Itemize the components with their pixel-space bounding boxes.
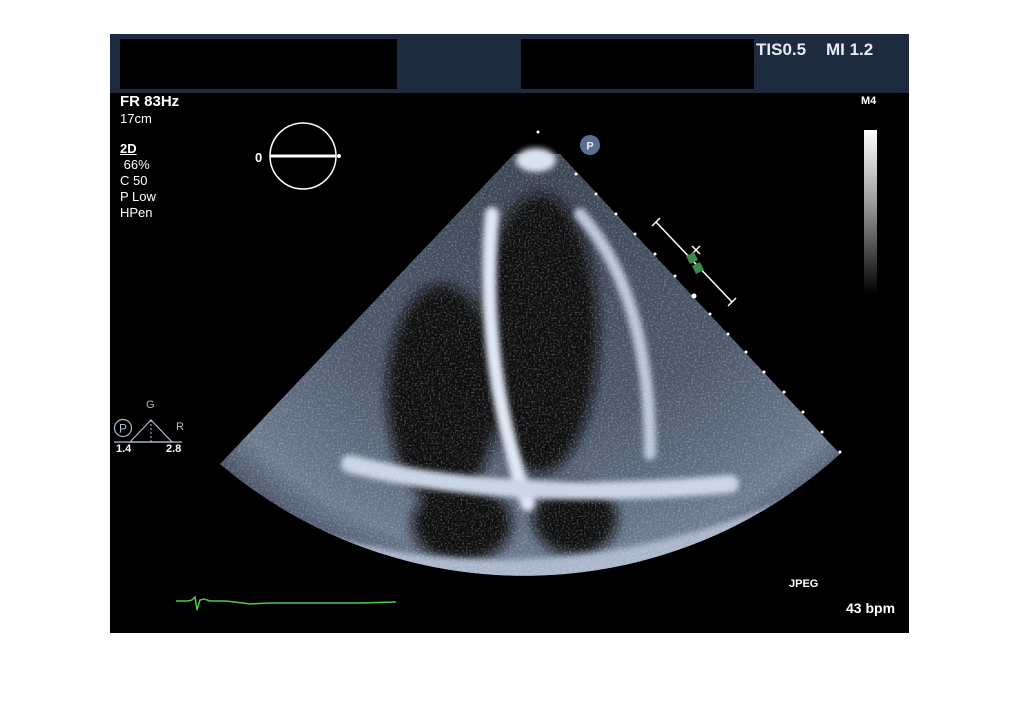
rotation-indicator-icon — [269, 122, 341, 190]
svg-text:P: P — [119, 422, 127, 436]
speckle-texture — [220, 154, 840, 576]
focus-g-label: G — [146, 399, 155, 411]
ultrasound-screen: TIS0.5 MI 1.2 P P FR 83Hz 17cm 2D 66% C … — [110, 34, 909, 633]
frame-rate: FR 83Hz — [120, 93, 180, 110]
focus-triangle-icon: P — [113, 418, 182, 443]
svg-text:P: P — [586, 141, 593, 153]
gain: 66% — [120, 157, 150, 172]
grayscale-bar — [864, 130, 877, 294]
rotation-angle: 0 — [255, 150, 263, 165]
ecg-trace — [176, 595, 397, 611]
focus-left-value: 1.4 — [116, 443, 132, 455]
image-format: JPEG — [789, 578, 819, 590]
focus-r-label: R — [176, 421, 184, 433]
power-setting: P Low — [120, 189, 156, 204]
transducer-apex — [516, 148, 556, 172]
harmonic-mode: HPen — [120, 205, 153, 220]
heart-rate: 43 bpm — [846, 600, 896, 616]
echo-image: P P — [113, 122, 842, 611]
focus-right-value: 2.8 — [166, 443, 182, 455]
depth: 17cm — [120, 111, 152, 126]
probe-name: M4 — [861, 95, 877, 107]
imaging-mode: 2D — [120, 141, 137, 156]
compression: C 50 — [120, 173, 148, 188]
